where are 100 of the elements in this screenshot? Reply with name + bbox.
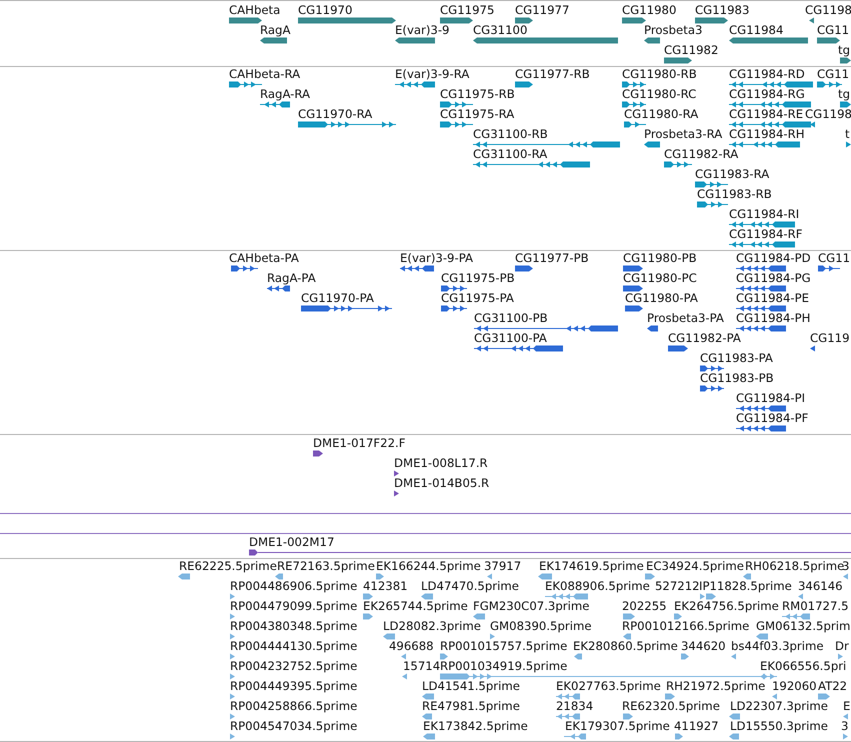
feature-label: CG11980 [622,3,676,17]
feature-label: CG11984-PF [736,411,808,425]
feature-label: CG1198 [805,3,851,17]
feature-label: CG11975 [440,3,494,17]
feature-label: EK088906.5prime [545,579,650,593]
feature-label: 346146 [798,579,843,593]
feature-label: Prosbeta3-PA [647,311,724,325]
feature-label: RP004380348.5prime [230,619,358,633]
feature-label: EK174619.5prime [539,559,644,573]
feature-label: CG11975-PA [441,291,514,305]
feature-label: RP004444130.5prime [230,639,358,653]
feature-label: DME1-008L17.R [394,456,488,470]
feature-label: CG11982 [664,43,718,57]
feature-label: RP004258866.5prime [230,699,358,713]
feature-label: CG11 [817,23,850,37]
feature-label: CG11983-RA [695,167,770,181]
feature-label: E(var)3-9 [395,23,450,37]
feature-label: DME1-002M17 [249,535,334,549]
feature-label: CG11984-RG [729,87,805,101]
feature-label: EK066556.5pri [760,659,846,673]
feature-label: LD15550.3prime [730,719,828,733]
feature-label: EK173842.5prime [423,719,528,733]
feature-label: 496688 [389,639,434,653]
feature-label: 527212 [655,579,700,593]
feature-label: DME1-017F22.F [313,436,406,450]
feature-label: RagA-RA [260,87,310,101]
feature-label: CG11980-RA [624,107,698,121]
feature-label: CAHbeta [229,3,280,17]
feature-label: CG31100-RA [473,147,548,161]
feature-label: EK280860.5prime [573,639,678,653]
feature-label: CG11982-PA [668,331,741,345]
feature-label: CG1198 [805,107,851,121]
feature-label: CG11983-PA [700,351,773,365]
feature-label: CG31100-RB [473,127,548,141]
feature-label: CG11984-RF [729,227,802,241]
feature-label: RP004232752.5prime [230,659,358,673]
feature-label: LD41541.5prime [422,679,520,693]
feature-label: CG11984-PI [736,391,806,405]
feature-label: RagA [260,23,290,37]
feature-label: RP004547034.5prime [230,719,358,733]
feature-label: CG11984-RD [729,67,805,81]
feature-label: DME1-014B05.R [394,476,490,490]
feature-label: IP11828.5prime [699,579,792,593]
feature-label: CG11975-RB [440,87,515,101]
feature-label: CG11977-RB [515,67,590,81]
feature-label: 411927 [674,719,719,733]
feature-label: CG11984 [729,23,784,37]
feature-label: CG31100-PA [474,331,547,345]
feature-label: 3 [842,559,850,573]
feature-label: CG11980-RC [622,87,696,101]
feature-label: E(var)3-9-RA [395,67,470,81]
feature-label: CG11983-PB [700,371,774,385]
feature-label: E(var)3-9-PA [400,251,473,265]
feature-label: CG11970-PA [301,291,374,305]
feature-label: CG11983-RB [697,187,772,201]
feature-label: E [843,699,850,713]
feature-label: RP004486906.5prime [230,579,358,593]
feature-label: 21834 [556,699,594,713]
feature-label: GM06132.5prim [756,619,850,633]
feature-label: CG11977-PB [515,251,589,265]
feature-label: FGM230C07.3prime [473,599,590,613]
feature-label: CG11984-PE [736,291,810,305]
feature-label: 344620 [681,639,726,653]
feature-label: EK264756.5prime [674,599,779,613]
feature-label: AT22 [818,679,848,693]
feature-label: CG11984-PH [736,311,810,325]
feature-label: Dr [835,639,849,653]
feature-label: CG11970-RA [298,107,372,121]
feature-label: RP004479099.5prime [230,599,358,613]
feature-label: CG11984-PD [736,251,811,265]
feature-label: RP001015757.5prime [440,639,568,653]
feature-label: CG11977 [515,3,570,17]
feature-label: 15714 [403,659,440,673]
feature-label: LD47470.5prime [421,579,519,593]
feature-label: 192060 [772,679,817,693]
feature-label: CAHbeta-PA [229,251,299,265]
feature-label: RE62225.5prime [179,559,277,573]
feature-label: 3 [841,719,848,733]
feature-label: CG11980-RB [622,67,697,81]
feature-label: Prosbeta3-RA [644,127,722,141]
feature-label: RP001012166.5prime [622,619,750,633]
feature-label: RE47981.5prime [422,699,520,713]
feature-label: RE62320.5prime [622,699,720,713]
feature-label: CG11980-PB [623,251,697,265]
feature-label: RagA-PA [267,271,316,285]
feature-label: CG11982-RA [664,147,738,161]
feature-label: CG11984-PG [736,271,811,285]
feature-label: CG11980-PC [623,271,697,285]
feature-label: GM08390.5prime [490,619,592,633]
feature-label: RE72163.5prime [277,559,375,573]
feature-label: EK265744.5prime [363,599,468,613]
feature-label: RH21972.5prime [666,679,766,693]
feature-label: tg [838,43,850,57]
feature-label: tg [838,87,850,101]
feature-label: Prosbeta3 [644,23,702,37]
feature-label: EC34924.5prime [646,559,744,573]
feature-label: 412381 [363,579,408,593]
feature-label: RH06218.5prime [745,559,844,573]
feature-label: LD22307.3prime [730,699,828,713]
feature-label: CG11984-RE [729,107,804,121]
